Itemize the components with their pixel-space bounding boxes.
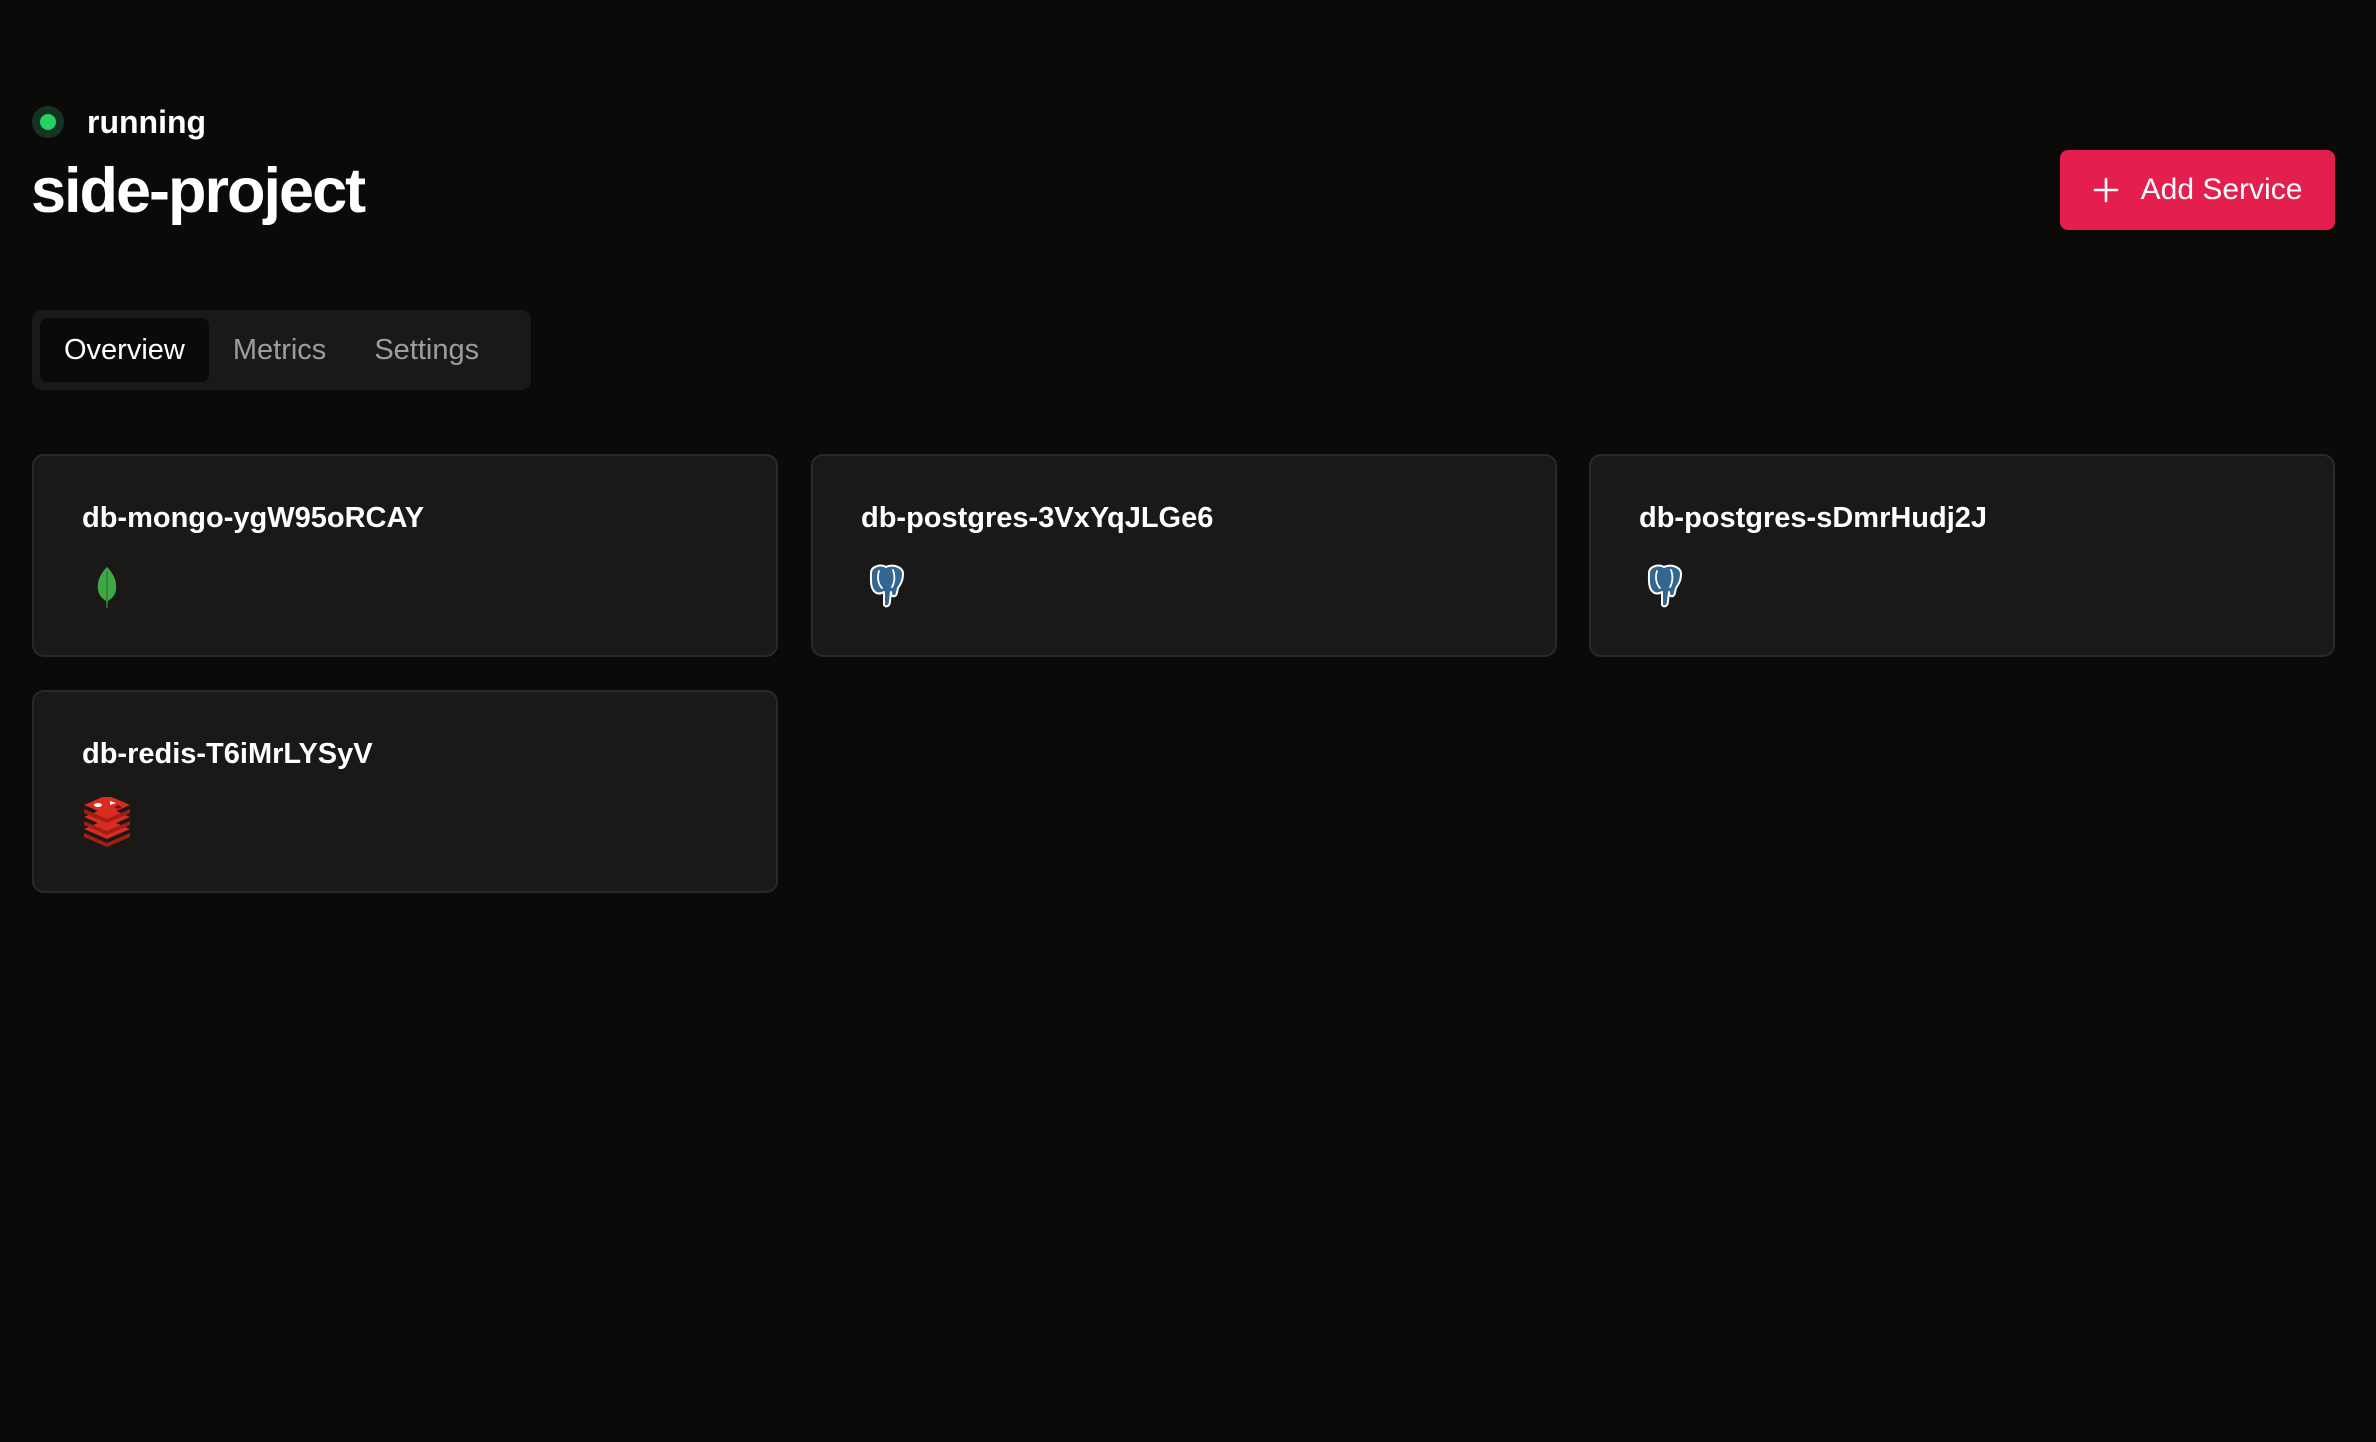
tab-metrics[interactable]: Metrics xyxy=(209,318,350,382)
add-service-button[interactable]: Add Service xyxy=(2060,150,2335,230)
tab-overview[interactable]: Overview xyxy=(40,318,209,382)
service-card-mongo[interactable]: db-mongo-ygW95oRCAY xyxy=(32,454,778,657)
redis-stack-icon xyxy=(84,797,130,847)
status-indicator xyxy=(32,106,64,138)
service-name: db-postgres-3VxYqJLGe6 xyxy=(861,502,1214,534)
status-dot-icon xyxy=(40,114,56,130)
service-card-redis[interactable]: db-redis-T6iMrLYSyV xyxy=(32,690,778,893)
add-service-label: Add Service xyxy=(2140,173,2303,206)
service-name: db-mongo-ygW95oRCAY xyxy=(82,502,425,534)
tab-bar: Overview Metrics Settings xyxy=(32,310,531,390)
page-title: side-project xyxy=(31,156,366,226)
service-name: db-postgres-sDmrHudj2J xyxy=(1639,502,1988,534)
service-card-postgres[interactable]: db-postgres-3VxYqJLGe6 xyxy=(811,454,1557,657)
mongodb-leaf-icon xyxy=(97,567,117,609)
service-name: db-redis-T6iMrLYSyV xyxy=(82,738,373,770)
status-label: running xyxy=(87,103,207,140)
service-card-postgres[interactable]: db-postgres-sDmrHudj2J xyxy=(1589,454,2335,657)
plus-icon xyxy=(2093,177,2118,203)
tab-settings[interactable]: Settings xyxy=(350,318,503,382)
postgres-elephant-icon xyxy=(1647,564,1682,608)
project-page: running side-project Add Service Overvie… xyxy=(0,0,2376,1442)
postgres-elephant-icon xyxy=(869,564,904,608)
project-status: running xyxy=(32,102,206,142)
